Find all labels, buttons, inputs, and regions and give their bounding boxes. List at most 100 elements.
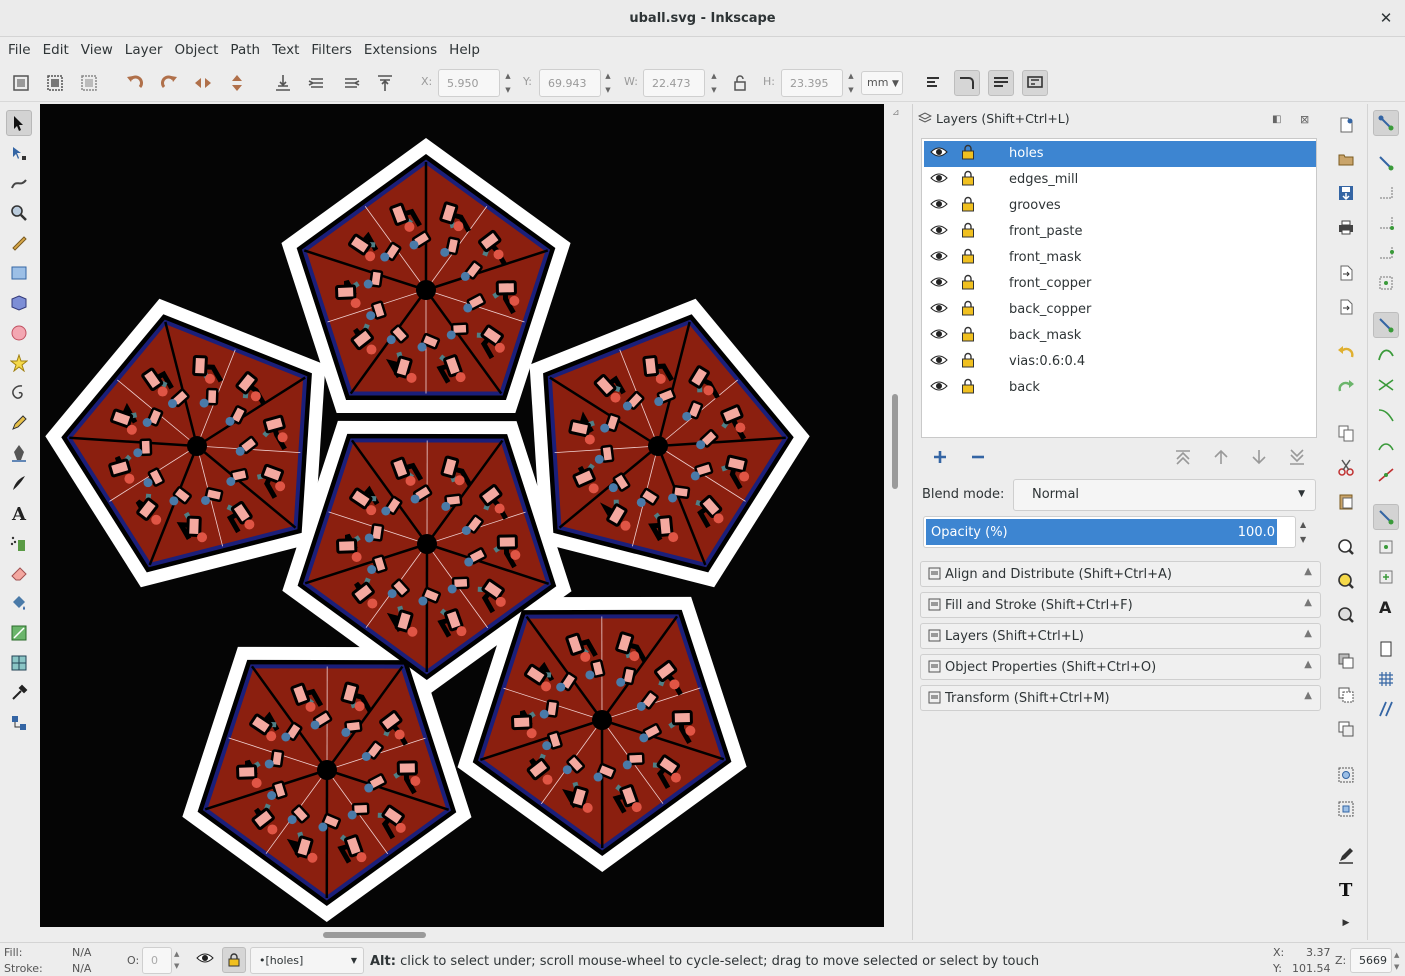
more-commands-icon[interactable]: ▶ (1333, 910, 1359, 936)
snap-bbox-icon[interactable] (1373, 150, 1399, 176)
layer-row-front-paste[interactable]: front_paste (924, 219, 1316, 245)
lock-icon[interactable] (961, 170, 977, 188)
lock-icon[interactable] (961, 144, 977, 162)
menu-edit[interactable]: Edit (37, 38, 75, 62)
dropper-tool-icon[interactable] (6, 680, 32, 706)
zoom-spinner[interactable]: ▲ ▼ (1394, 949, 1399, 973)
text-font-icon[interactable]: T (1333, 876, 1359, 902)
spiral-tool-icon[interactable] (6, 380, 32, 406)
menu-extensions[interactable]: Extensions (358, 38, 443, 62)
import-icon[interactable] (1333, 260, 1359, 286)
snap-bbox-edge-icon[interactable] (1373, 180, 1399, 206)
h-input[interactable] (782, 70, 842, 96)
visibility-icon[interactable] (930, 249, 948, 267)
panel-iconify-icon[interactable]: ◧ (1272, 114, 1281, 125)
snap-grid-icon[interactable] (1373, 666, 1399, 692)
raise-to-top-icon[interactable] (372, 70, 398, 96)
lock-icon[interactable] (961, 248, 977, 266)
layer-row-holes[interactable]: holes (924, 141, 1316, 167)
menu-file[interactable]: File (2, 38, 37, 62)
cut-icon[interactable] (1333, 454, 1359, 480)
snap-midpoint-icon[interactable] (1373, 462, 1399, 488)
visibility-icon[interactable] (930, 353, 948, 371)
visibility-icon[interactable] (930, 275, 948, 293)
lock-icon[interactable] (961, 378, 977, 396)
lock-icon[interactable] (961, 300, 977, 318)
snap-object-center-icon[interactable] (1373, 534, 1399, 560)
layer-to-top-icon[interactable] (1172, 446, 1194, 468)
snap-path-icon[interactable] (1373, 342, 1399, 368)
pen-tool-icon[interactable] (6, 440, 32, 466)
rectangle-tool-icon[interactable] (6, 260, 32, 286)
redo-icon[interactable] (1333, 374, 1359, 400)
menu-view[interactable]: View (75, 38, 119, 62)
snap-others-icon[interactable] (1373, 504, 1399, 530)
dock-header-align[interactable]: Align and Distribute (Shift+Ctrl+A) ▲ (920, 561, 1321, 587)
visibility-icon[interactable] (930, 145, 948, 163)
x-input[interactable] (439, 70, 499, 96)
snap-page-border-icon[interactable] (1373, 636, 1399, 662)
undo-icon[interactable] (1333, 340, 1359, 366)
lock-icon[interactable] (961, 352, 977, 370)
lock-icon[interactable] (961, 274, 977, 292)
dock-header-layers[interactable]: Layers (Shift+Ctrl+L) ▲ (920, 623, 1321, 649)
lock-icon[interactable] (961, 222, 977, 240)
horizontal-scrollbar[interactable] (40, 928, 887, 942)
calligraphy-tool-icon[interactable] (6, 470, 32, 496)
visibility-icon[interactable] (930, 327, 948, 345)
text-tool-icon[interactable]: A (6, 500, 32, 526)
connector-tool-icon[interactable] (6, 710, 32, 736)
layer-row-back-copper[interactable]: back_copper (924, 297, 1316, 323)
snap-bbox-corner-icon[interactable] (1373, 210, 1399, 236)
flip-horizontal-icon[interactable] (190, 70, 216, 96)
save-icon[interactable] (1333, 180, 1359, 206)
paste-icon[interactable] (1333, 488, 1359, 514)
menu-text[interactable]: Text (266, 38, 305, 62)
selector-tool-icon[interactable] (6, 110, 32, 136)
layer-to-bottom-icon[interactable] (1286, 446, 1308, 468)
3d-box-tool-icon[interactable] (6, 290, 32, 316)
pcb-artwork[interactable] (40, 104, 884, 927)
zoom-selection-icon[interactable] (1333, 534, 1359, 560)
snap-smooth-icon[interactable] (1373, 432, 1399, 458)
remove-layer-icon[interactable] (967, 446, 989, 468)
w-spinner[interactable]: ▲ ▼ (708, 69, 720, 97)
horizontal-scroll-thumb[interactable] (323, 932, 426, 938)
transform-patterns-icon[interactable] (1022, 70, 1048, 96)
layer-row-vias-0-6-0-4[interactable]: vias:0.6:0.4 (924, 349, 1316, 375)
current-layer-select[interactable]: •[holes] ▼ (250, 947, 364, 974)
vertical-scrollbar[interactable]: ⊿ (887, 104, 907, 940)
x-field[interactable] (438, 69, 500, 97)
close-button[interactable]: ✕ (1376, 8, 1396, 28)
lock-ratio-icon[interactable] (727, 70, 753, 96)
spray-tool-icon[interactable] (6, 530, 32, 556)
select-all-icon[interactable] (8, 70, 34, 96)
layer-lock-icon[interactable] (222, 947, 246, 973)
layer-row-back-mask[interactable]: back_mask (924, 323, 1316, 349)
lock-icon[interactable] (961, 196, 977, 214)
snap-text-baseline-icon[interactable]: A (1373, 594, 1399, 620)
gradient-tool-icon[interactable] (6, 620, 32, 646)
raise-icon[interactable] (338, 70, 364, 96)
dock-header-object-properties[interactable]: Object Properties (Shift+Ctrl+O) ▲ (920, 654, 1321, 680)
transform-gradients-icon[interactable] (988, 70, 1014, 96)
menu-path[interactable]: Path (224, 38, 266, 62)
x-spinner[interactable]: ▲ ▼ (502, 69, 514, 97)
opacity-spinner[interactable]: ▲ ▼ (1300, 517, 1306, 547)
edit-icon[interactable] (1333, 842, 1359, 868)
visibility-icon[interactable] (930, 379, 948, 397)
flip-vertical-icon[interactable] (224, 70, 250, 96)
visibility-icon[interactable] (930, 197, 948, 215)
opacity-status-spinner[interactable]: ▲ ▼ (174, 948, 179, 972)
menu-filters[interactable]: Filters (305, 38, 357, 62)
w-input[interactable] (644, 70, 704, 96)
star-tool-icon[interactable] (6, 350, 32, 376)
blend-mode-select[interactable]: Normal ▼ (1013, 479, 1316, 511)
layer-down-icon[interactable] (1248, 446, 1270, 468)
unit-select[interactable]: mm ▼ (861, 71, 903, 95)
unlink-clone-icon[interactable] (1333, 716, 1359, 742)
lock-icon[interactable] (961, 326, 977, 344)
menu-layer[interactable]: Layer (119, 38, 169, 62)
zoom-page-icon[interactable] (1333, 602, 1359, 628)
scale-stroke-icon[interactable] (921, 70, 947, 96)
